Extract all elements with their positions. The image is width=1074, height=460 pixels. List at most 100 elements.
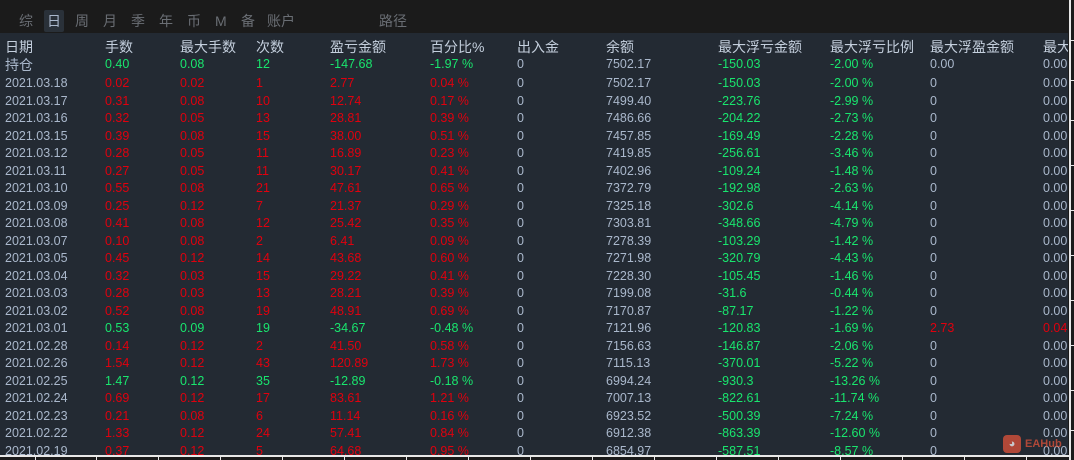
header-pnl[interactable]: 盈亏金额 (330, 37, 386, 57)
tab-4[interactable]: 季 (128, 10, 148, 32)
cell-balance: 7303.81 (606, 216, 652, 230)
tab-10[interactable]: 路径 (376, 10, 410, 32)
tab-3[interactable]: 月 (100, 10, 120, 32)
cell-last: 0.00 (1043, 408, 1068, 423)
cell-lots: 0.45 (105, 251, 130, 265)
cell-count: 19 (256, 321, 270, 335)
cell-balance: 7121.96 (606, 321, 652, 335)
cell-max-float-loss-pct: -1.42 % (830, 233, 874, 248)
header-max-float-loss-pct[interactable]: 最大浮亏比例 (830, 37, 914, 57)
cell-pct: 0.60 % (430, 251, 469, 265)
cell-flow: 0 (517, 338, 524, 353)
cell-lots: 0.31 (105, 93, 130, 108)
header-balance[interactable]: 余额 (606, 37, 634, 57)
cell-max-lots: 0.05 (180, 146, 205, 160)
cell-pnl: 30.17 (330, 163, 362, 178)
cell-date: 2021.02.19 (5, 443, 68, 456)
cell-max-lots: 0.12 (180, 443, 205, 456)
header-lots[interactable]: 手数 (105, 37, 133, 57)
cell-flow: 0 (517, 93, 524, 108)
cell-lots: 0.28 (105, 146, 130, 160)
tab-6[interactable]: 币 (184, 10, 204, 32)
cell-count: 13 (256, 111, 270, 125)
cell-pnl: -34.67 (330, 321, 366, 335)
cell-pct: -0.18 % (430, 373, 474, 388)
header-pct[interactable]: 百分比% (430, 37, 484, 57)
cell-flow: 0 (517, 391, 524, 405)
cell-balance: 7156.63 (606, 338, 652, 353)
tab-1[interactable]: 日 (44, 10, 64, 32)
cell-max-lots: 0.12 (180, 391, 205, 405)
cell-lots: 0.53 (105, 321, 130, 335)
cell-last: 0.00 (1043, 373, 1068, 388)
holding-last: 0.00 (1043, 57, 1068, 71)
cell-max-float-profit: 0 (930, 111, 937, 125)
tab-0[interactable]: 综 (16, 10, 36, 32)
tab-8[interactable]: 备 (238, 10, 258, 32)
tab-5[interactable]: 年 (156, 10, 176, 32)
cell-date: 2021.03.08 (5, 216, 68, 230)
cell-max-float-loss-pct: -4.14 % (830, 198, 874, 213)
cell-max-float-loss-pct: -12.60 % (830, 426, 881, 440)
cell-count: 15 (256, 268, 270, 283)
header-max-float-loss[interactable]: 最大浮亏金额 (718, 37, 802, 57)
cell-flow: 0 (517, 373, 524, 388)
cell-max-float-loss-pct: -4.79 % (830, 216, 874, 230)
cell-max-float-loss: -302.6 (718, 198, 754, 213)
cell-max-float-profit: 2.73 (930, 321, 955, 335)
header-max-lots[interactable]: 最大手数 (180, 37, 236, 57)
cell-flow: 0 (517, 181, 524, 195)
cell-max-float-loss-pct: -2.73 % (830, 111, 874, 125)
cell-last: 0.00 (1043, 268, 1068, 283)
tab-2[interactable]: 周 (72, 10, 92, 32)
cell-max-float-profit: 0 (930, 338, 937, 353)
cell-balance: 7325.18 (606, 198, 652, 213)
cell-count: 13 (256, 286, 270, 300)
cell-max-lots: 0.12 (180, 426, 205, 440)
holding-max-lots: 0.08 (180, 57, 205, 71)
cell-max-float-loss: -109.24 (718, 163, 761, 178)
cell-max-float-profit: 0 (930, 426, 937, 440)
cell-date: 2021.02.25 (5, 373, 68, 388)
cell-date: 2021.03.01 (5, 321, 68, 335)
cell-max-float-loss: -146.87 (718, 338, 761, 353)
tab-9[interactable]: 账户 (264, 10, 298, 32)
cell-max-lots: 0.03 (180, 286, 205, 300)
cell-max-float-loss: -863.39 (718, 426, 761, 440)
header-max-float-profit[interactable]: 最大浮盈金额 (930, 37, 1014, 57)
cell-last: 0.00 (1043, 391, 1068, 405)
cell-lots: 0.37 (105, 443, 130, 456)
cell-max-float-loss: -370.01 (718, 356, 761, 370)
cell-count: 7 (256, 198, 263, 213)
header-date[interactable]: 日期 (5, 37, 33, 57)
cell-lots: 1.54 (105, 356, 130, 370)
cell-pnl: 38.00 (330, 128, 362, 143)
cell-count: 21 (256, 181, 270, 195)
cell-count: 2 (256, 338, 263, 353)
cell-flow: 0 (517, 443, 524, 456)
cell-max-float-loss: -204.22 (718, 111, 761, 125)
cell-pnl: 83.61 (330, 391, 362, 405)
cell-flow: 0 (517, 198, 524, 213)
cell-lots: 0.39 (105, 128, 130, 143)
header-last[interactable]: 最大 (1043, 37, 1068, 57)
tab-7[interactable]: M (212, 10, 230, 32)
cell-pnl: 48.91 (330, 303, 362, 318)
header-count[interactable]: 次数 (256, 37, 284, 57)
cell-pct: 0.65 % (430, 181, 469, 195)
cell-lots: 0.69 (105, 391, 130, 405)
cell-last: 0.00 (1043, 76, 1068, 90)
cell-pnl: 41.50 (330, 338, 362, 353)
cell-pct: 0.58 % (430, 338, 469, 353)
cell-last: 0.04 (1043, 321, 1068, 335)
cell-last: 0.00 (1043, 251, 1068, 265)
cell-pct: 0.04 % (430, 76, 469, 90)
cell-flow: 0 (517, 303, 524, 318)
cell-last: 0.00 (1043, 93, 1068, 108)
cell-max-lots: 0.09 (180, 321, 205, 335)
cell-max-float-loss: -320.79 (718, 251, 761, 265)
cell-balance: 7402.96 (606, 163, 652, 178)
cell-last: 0.00 (1043, 216, 1068, 230)
cell-date: 2021.03.05 (5, 251, 68, 265)
header-flow[interactable]: 出入金 (517, 37, 559, 57)
